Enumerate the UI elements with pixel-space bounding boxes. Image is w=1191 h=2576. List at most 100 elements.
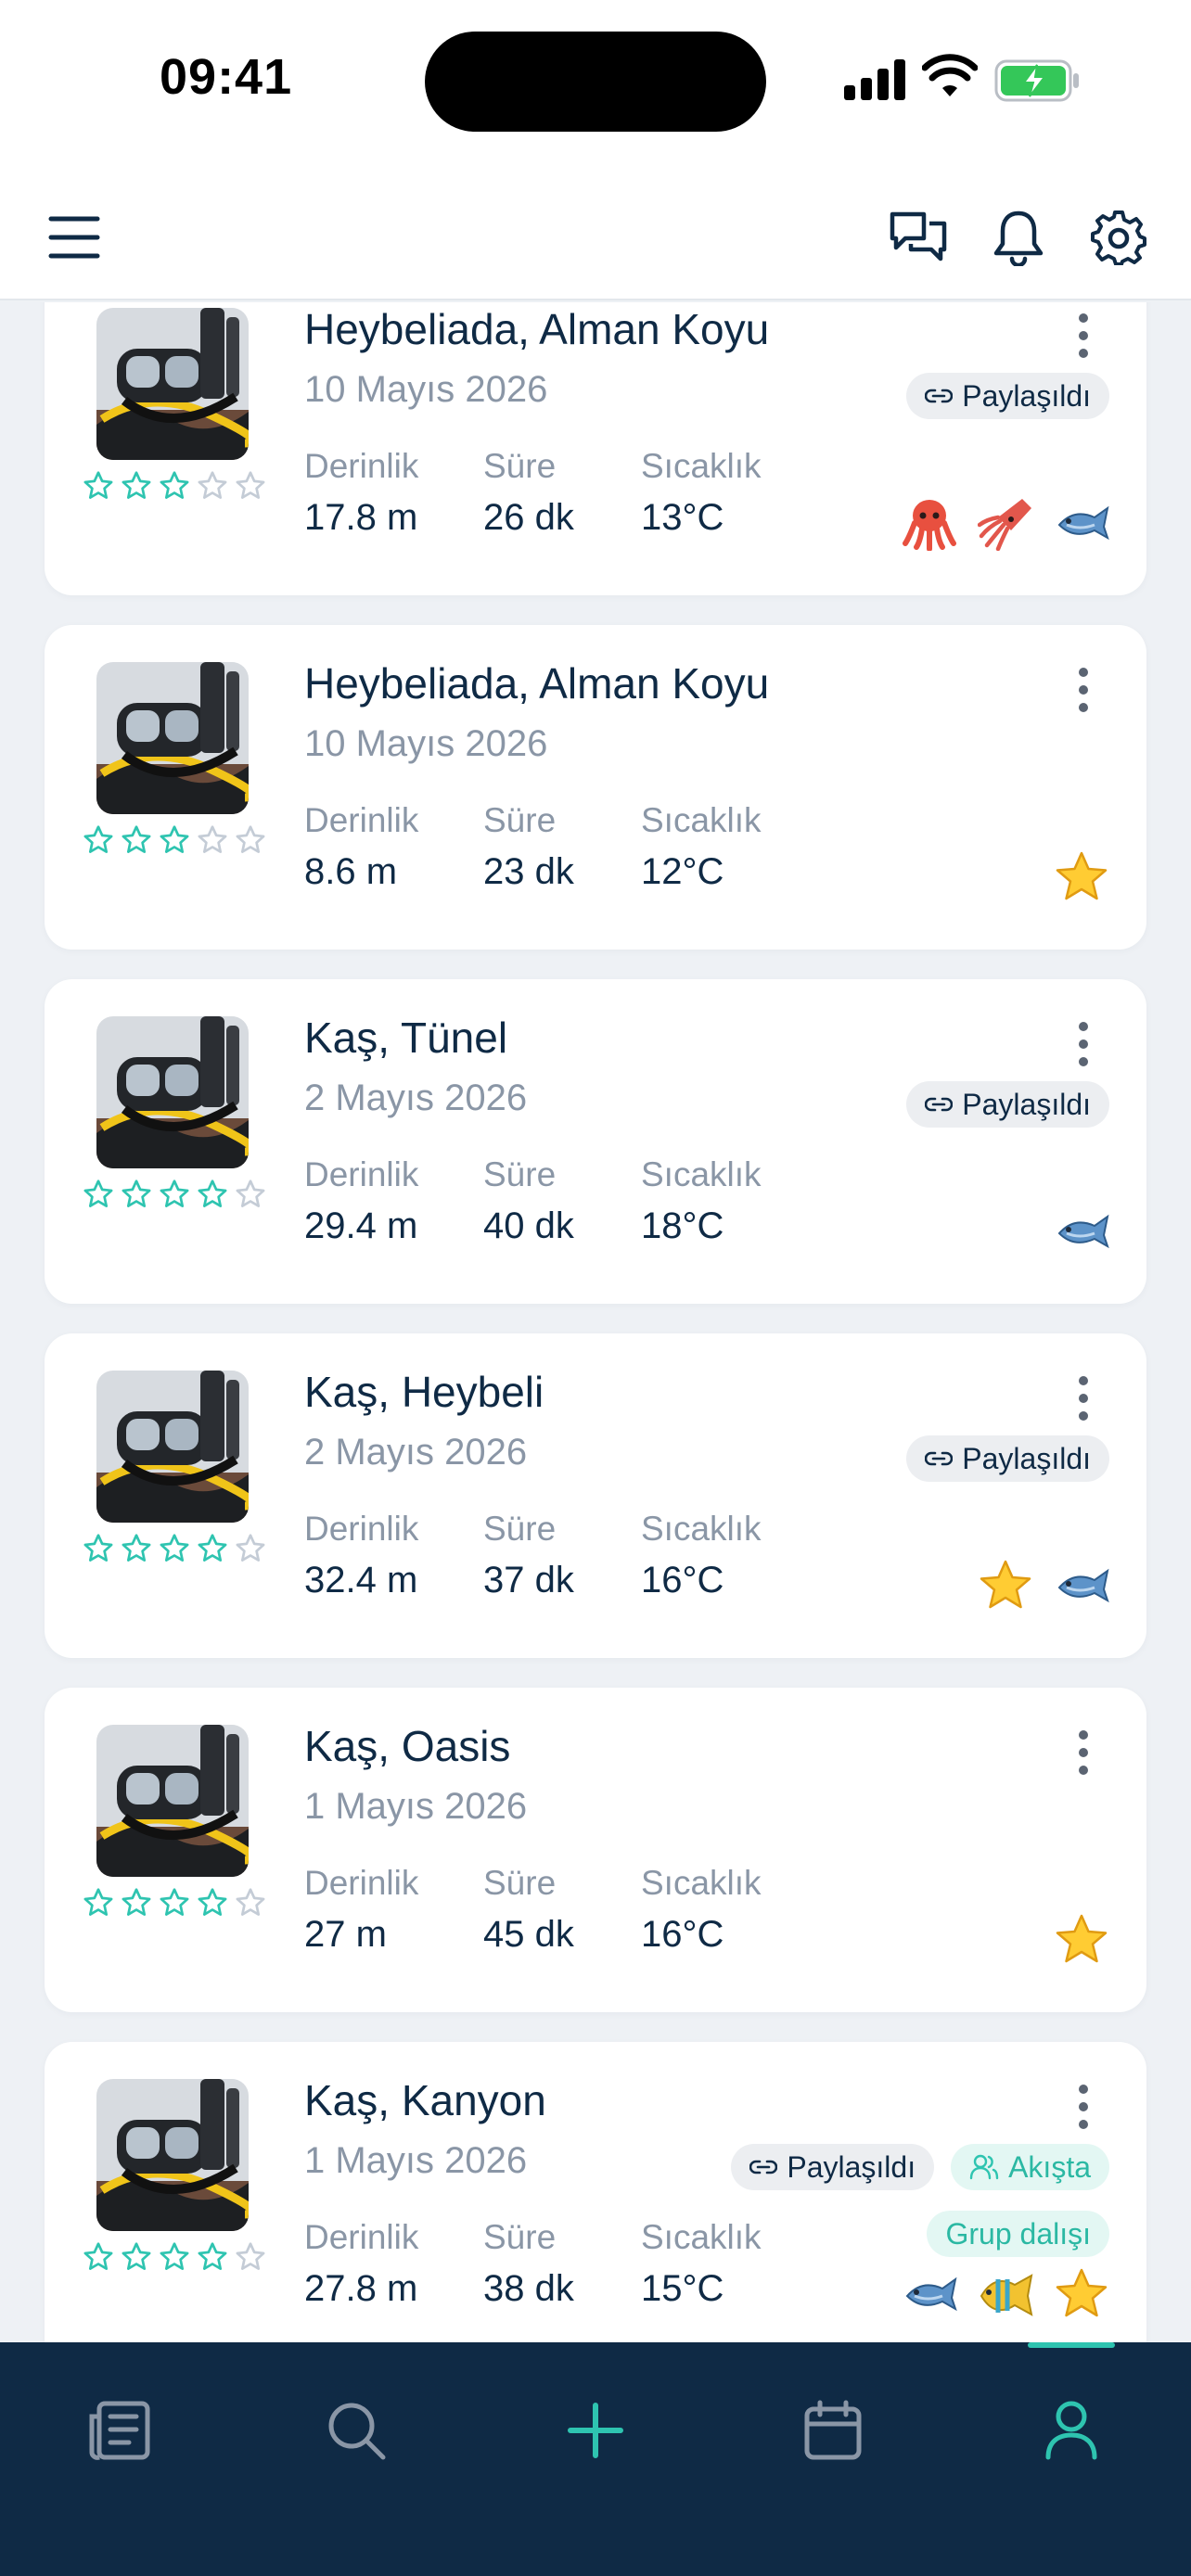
badge-row: Paylaşıldı: [906, 373, 1109, 419]
dive-card[interactable]: Kaş, Oasis 1 Mayıs 2026 Derinlik 27 m Süre 45…: [45, 1688, 1146, 2012]
messages-button[interactable]: [881, 200, 955, 274]
duration-value: 37 dk: [483, 1560, 574, 1600]
depth-label: Derinlik: [304, 1510, 419, 1548]
more-options-button[interactable]: [1065, 1016, 1102, 1072]
star-filled-icon: [122, 2242, 151, 2270]
notifications-button[interactable]: [981, 200, 1056, 274]
shared-badge-label: Paylaşıldı: [962, 1441, 1091, 1475]
settings-button[interactable]: [1082, 200, 1156, 274]
depth-label: Derinlik: [304, 1864, 419, 1902]
nav-search[interactable]: [301, 2370, 412, 2491]
dive-date: 10 Mayıs 2026: [304, 369, 548, 410]
temperature-label: Sıcaklık: [641, 801, 762, 839]
dive-title: Kaş, Tünel: [304, 1014, 508, 1062]
fish-icon: [1057, 1568, 1109, 1603]
temperature-value: 16°C: [641, 1914, 724, 1955]
temperature-metric: Sıcaklık 12°C: [641, 801, 762, 893]
nav-calendar[interactable]: [777, 2370, 889, 2491]
rating-stars: [82, 1178, 267, 1211]
star-empty-icon: [236, 1534, 265, 1562]
more-options-button[interactable]: [1065, 2079, 1102, 2135]
star-filled-icon: [160, 471, 189, 499]
duration-metric: Süre 26 dk: [483, 447, 574, 539]
dive-title: Heybeliada, Alman Koyu: [304, 659, 770, 708]
species-item: [978, 1558, 1033, 1613]
dive-card[interactable]: Kaş, Heybeli 2 Mayıs 2026 Derinlik 32.4 m Sü…: [45, 1333, 1146, 1658]
depth-label: Derinlik: [304, 1155, 419, 1193]
search-icon: [328, 2403, 386, 2460]
star-filled-icon: [160, 1534, 189, 1562]
star-filled-icon: [122, 471, 151, 499]
dive-list[interactable]: Heybeliada, Alman Koyu 10 Mayıs 2026 Derin…: [0, 302, 1191, 2342]
depth-label: Derinlik: [304, 447, 419, 485]
temperature-label: Sıcaklık: [641, 1864, 762, 1902]
species-item: [978, 495, 1033, 551]
temperature-label: Sıcaklık: [641, 447, 762, 485]
duration-metric: Süre 37 dk: [483, 1510, 574, 1601]
temperature-metric: Sıcaklık 13°C: [641, 447, 762, 539]
star-filled-icon: [83, 825, 113, 853]
more-options-button[interactable]: [1065, 308, 1102, 363]
fish-icon: [905, 2276, 957, 2312]
duration-label: Süre: [483, 1155, 557, 1193]
temperature-value: 12°C: [641, 851, 724, 892]
star-empty-icon: [236, 471, 265, 499]
star-empty-icon: [236, 825, 265, 853]
depth-value: 32.4 m: [304, 1560, 418, 1600]
dive-photo: [96, 2079, 249, 2231]
bottom-navigation: [0, 2342, 1191, 2576]
star-filled-icon: [122, 1534, 151, 1562]
dive-title: Kaş, Kanyon: [304, 2076, 546, 2124]
star-filled-icon: [83, 471, 113, 499]
rating-stars: [82, 1886, 267, 1919]
chat-icon: [890, 211, 947, 261]
star-filled-icon: [83, 1180, 113, 1207]
duration-label: Süre: [483, 1864, 557, 1902]
dive-date: 10 Mayıs 2026: [304, 723, 548, 764]
dive-title: Kaş, Oasis: [304, 1722, 511, 1770]
star-icon: [1056, 2268, 1108, 2317]
menu-button[interactable]: [37, 200, 111, 274]
more-options-button[interactable]: [1065, 662, 1102, 718]
star-empty-icon: [236, 1180, 265, 1207]
star-icon: [1056, 1914, 1108, 1963]
gear-icon: [1091, 210, 1146, 265]
feed-badge: Akışta: [951, 2144, 1109, 2190]
shared-badge-label: Paylaşıldı: [962, 1087, 1091, 1121]
star-filled-icon: [122, 1888, 151, 1916]
link-icon: [925, 389, 954, 403]
badge-row: Paylaşıldı: [906, 1435, 1109, 1482]
dive-card[interactable]: Heybeliada, Alman Koyu 10 Mayıs 2026 Derin…: [45, 625, 1146, 950]
duration-metric: Süre 45 dk: [483, 1864, 574, 1956]
dive-card[interactable]: Kaş, Tünel 2 Mayıs 2026 Derinlik 29.4 m Süre…: [45, 979, 1146, 1304]
nav-logbook[interactable]: [63, 2370, 174, 2491]
shared-badge: Paylaşıldı: [731, 2144, 935, 2190]
star-empty-icon: [236, 1888, 265, 1916]
profile-icon: [1045, 2401, 1097, 2460]
nav-profile[interactable]: [1016, 2370, 1127, 2491]
rating-stars: [82, 2240, 267, 2274]
dive-card[interactable]: Kaş, Kanyon 1 Mayıs 2026 Derinlik 27.8 m Sür…: [45, 2042, 1146, 2342]
more-options-button[interactable]: [1065, 1371, 1102, 1426]
group-dive-badge: Grup dalışı: [927, 2211, 1109, 2257]
temperature-metric: Sıcaklık 15°C: [641, 2218, 762, 2310]
link-icon: [925, 1451, 954, 1466]
rating-stars: [82, 1532, 267, 1565]
duration-value: 23 dk: [483, 851, 574, 892]
dive-photo: [96, 662, 249, 814]
depth-metric: Derinlik 29.4 m: [304, 1155, 418, 1247]
species-row: [902, 2266, 1109, 2322]
more-options-button[interactable]: [1065, 1725, 1102, 1780]
depth-value: 27.8 m: [304, 2268, 418, 2309]
app-header: [0, 167, 1191, 300]
temperature-value: 16°C: [641, 1560, 724, 1600]
dive-date: 2 Mayıs 2026: [304, 1432, 528, 1473]
battery-charging-icon: [994, 59, 1079, 102]
dive-card[interactable]: Heybeliada, Alman Koyu 10 Mayıs 2026 Derin…: [45, 302, 1146, 595]
star-icon: [980, 1560, 1031, 1609]
species-item: [1054, 849, 1109, 905]
dive-title: Kaş, Heybeli: [304, 1368, 544, 1416]
status-time: 09:41: [160, 49, 293, 105]
people-icon: [969, 2154, 999, 2180]
nav-add-dive[interactable]: [540, 2370, 651, 2491]
